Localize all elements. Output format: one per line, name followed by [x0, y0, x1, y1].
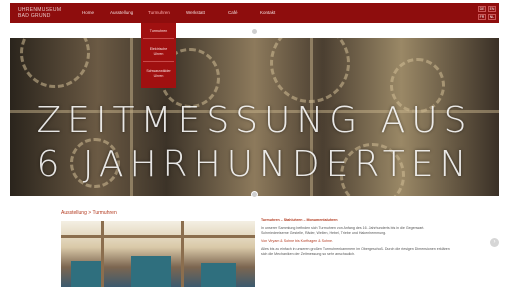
slider-dot-top[interactable]	[251, 28, 258, 35]
top-navigation-bar: UHRENMUSEUM BAD GRUND Home Ausstellung T…	[10, 3, 499, 23]
language-de-button[interactable]: DE	[478, 6, 486, 12]
dropdown-item-turmuhren[interactable]: Turmuhren	[141, 29, 176, 34]
nav-item-kontakt[interactable]: Kontakt	[260, 3, 275, 23]
dropdown-divider	[143, 61, 174, 62]
gear-decoration	[20, 38, 90, 88]
language-nl-button[interactable]: NL	[488, 14, 496, 20]
hero-slider: ZEITMESSUNG AUS 6 JAHRHUNDERTEN	[10, 38, 499, 196]
content-paragraph-1: In unserer Sammlung befinden sich Turmuh…	[261, 226, 425, 235]
photo-beam	[181, 221, 184, 287]
nav-item-turmuhren[interactable]: Turmuhren	[148, 3, 170, 23]
photo-beam	[101, 221, 104, 287]
nav-item-werkstatt[interactable]: Werkstatt	[186, 3, 205, 23]
photo-clock-mechanism	[201, 263, 236, 287]
dropdown-item-elektrische-uhren[interactable]: Elektrische Uhren	[141, 47, 176, 56]
photo-clock-mechanism	[131, 256, 171, 287]
language-fr-button[interactable]: FR	[478, 14, 486, 20]
slider-dot-bottom[interactable]	[251, 191, 258, 198]
photo-clock-mechanism	[71, 261, 101, 287]
dropdown-item-schwarzwaelder-uhren[interactable]: Schwarzwälder Uhren	[141, 69, 176, 78]
next-arrow-icon[interactable]: ›	[490, 238, 499, 247]
hero-title-line-1: ZEITMESSUNG AUS	[36, 100, 473, 141]
language-en-button[interactable]: EN	[488, 6, 496, 12]
nav-item-cafe[interactable]: Café	[228, 3, 238, 23]
content-paragraph-2: Von Viryam & Sohne bis Korfhagen & Sohne…	[261, 239, 334, 243]
content-heading: Turmuhren – Stahluhren – Monumentaluhren	[261, 218, 338, 222]
content-text-column: Turmuhren – Stahluhren – Monumentaluhren…	[261, 218, 451, 260]
site-logo[interactable]: UHRENMUSEUM BAD GRUND	[18, 7, 61, 19]
logo-line-2: BAD GRUND	[18, 13, 51, 19]
tower-clock-photo	[61, 221, 255, 287]
content-paragraph-3: Alles bis zu einfach in unseren großen T…	[261, 247, 450, 256]
photo-beam	[61, 235, 255, 238]
hero-title-line-2: 6 JAHRHUNDERTEN	[36, 144, 473, 185]
turmuhren-dropdown-menu: Turmuhren Elektrische Uhren Schwarzwälde…	[141, 23, 176, 88]
breadcrumb[interactable]: Ausstellung > Turmuhren	[61, 210, 117, 216]
dropdown-divider	[143, 38, 174, 39]
nav-item-ausstellung[interactable]: Ausstellung	[110, 3, 133, 23]
nav-item-home[interactable]: Home	[82, 3, 94, 23]
